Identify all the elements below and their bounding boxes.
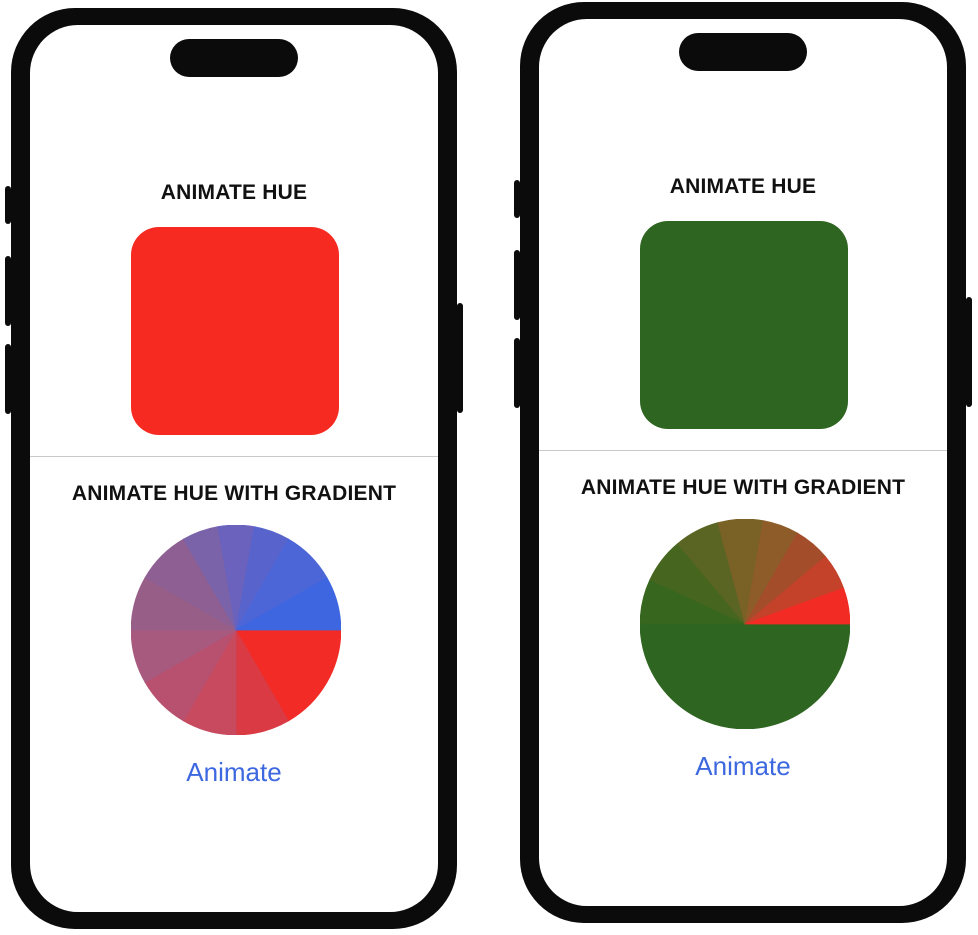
hue-gradient-pie — [131, 525, 341, 735]
action-button — [5, 186, 11, 224]
animate-hue-gradient-title: ANIMATE HUE WITH GRADIENT — [71, 482, 397, 505]
comparison-stage: ANIMATE HUE ANIMATE HUE WITH GRADIENT An… — [0, 0, 978, 935]
volume-up-button — [5, 256, 11, 326]
section-divider — [30, 456, 438, 457]
dynamic-island — [170, 39, 298, 77]
pie-slice-0 — [640, 623, 850, 729]
phone-left: ANIMATE HUE ANIMATE HUE WITH GRADIENT An… — [5, 8, 463, 929]
action-button — [514, 180, 520, 218]
animate-button[interactable]: Animate — [30, 757, 438, 788]
section-divider — [539, 450, 947, 451]
animate-button[interactable]: Animate — [539, 751, 947, 782]
animate-hue-gradient-title: ANIMATE HUE WITH GRADIENT — [580, 476, 906, 499]
hue-gradient-pie — [640, 519, 850, 729]
volume-up-button — [514, 250, 520, 320]
hue-square — [131, 227, 339, 435]
phone-right: ANIMATE HUE ANIMATE HUE WITH GRADIENT An… — [514, 2, 972, 923]
volume-down-button — [5, 344, 11, 414]
animate-hue-title: ANIMATE HUE — [669, 175, 817, 198]
volume-down-button — [514, 338, 520, 408]
phone-screen: ANIMATE HUE ANIMATE HUE WITH GRADIENT An… — [30, 25, 438, 912]
power-button — [457, 303, 463, 413]
animate-hue-title: ANIMATE HUE — [160, 181, 308, 204]
dynamic-island — [679, 33, 807, 71]
phone-screen: ANIMATE HUE ANIMATE HUE WITH GRADIENT An… — [539, 19, 947, 906]
hue-square — [640, 221, 848, 429]
power-button — [966, 297, 972, 407]
